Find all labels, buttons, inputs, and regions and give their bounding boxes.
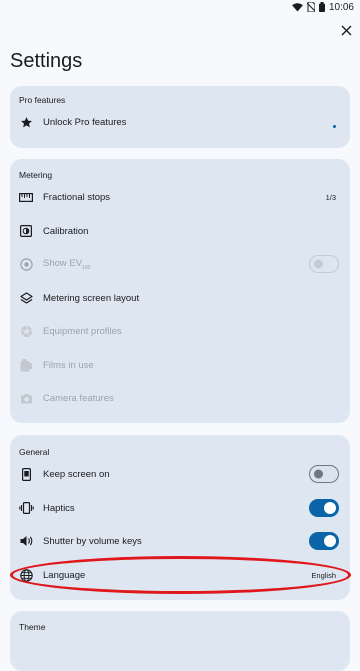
status-bar: 10:06 [0,0,360,14]
calibration-label: Calibration [43,225,89,237]
keep-screen-on-row[interactable]: Keep screen on [10,459,350,489]
language-value: English [311,570,336,580]
equipment-profiles-row[interactable]: Equipment profiles [10,316,350,346]
shutter-volume-keys-label: Shutter by volume keys [43,535,142,547]
section-header-theme: Theme [19,622,46,632]
vibration-icon [18,500,34,516]
section-header-general: General [19,447,50,457]
film-icon [18,357,34,373]
show-ev-label: Show EV100 [43,257,91,271]
films-in-use-row[interactable]: Films in use [10,350,350,380]
fractional-stops-row[interactable]: Fractional stops 1/3 [10,182,350,212]
pro-features-card: Pro features Unlock Pro features [10,86,350,148]
unlock-pro-label: Unlock Pro features [43,116,127,128]
films-in-use-label: Films in use [43,359,94,371]
equipment-profiles-label: Equipment profiles [43,325,122,337]
page-title: Settings [10,50,83,72]
status-time: 10:06 [328,1,354,13]
section-header-pro: Pro features [19,95,66,105]
haptics-label: Haptics [43,502,75,514]
volume-icon [18,533,34,549]
fractional-stops-value: 1/3 [325,192,336,202]
shutter-volume-keys-toggle[interactable] [309,532,339,550]
haptics-toggle[interactable] [309,499,339,517]
new-indicator-dot [333,125,336,128]
layers-icon [18,290,34,306]
language-label: Language [43,569,86,581]
language-row[interactable]: Language English [10,560,350,590]
calibration-row[interactable]: Calibration [10,216,350,246]
radio-icon [18,256,34,272]
shutter-volume-keys-row[interactable]: Shutter by volume keys [10,526,350,556]
metering-screen-layout-row[interactable]: Metering screen layout [10,283,350,313]
section-header-metering: Metering [19,170,53,180]
close-icon [341,23,352,41]
ruler-icon [18,189,34,205]
camera-features-row[interactable]: Camera features [10,383,350,413]
no-sim-icon [306,2,315,12]
phone-screen-icon [18,466,34,482]
star-icon [18,114,34,130]
theme-card: Theme [10,611,350,671]
aperture-icon [18,323,34,339]
show-ev-row[interactable]: Show EV100 [10,249,350,279]
keep-screen-on-label: Keep screen on [43,468,110,480]
unlock-pro-row[interactable]: Unlock Pro features [10,107,350,137]
camera-features-label: Camera features [43,392,114,404]
camera-icon [18,390,34,406]
metering-card: Metering Fractional stops 1/3 Calibratio… [10,159,350,423]
keep-screen-on-toggle[interactable] [309,465,339,483]
show-ev-toggle[interactable] [309,255,339,273]
globe-icon [18,567,34,583]
fractional-stops-label: Fractional stops [43,191,111,203]
battery-icon [318,2,325,12]
metering-screen-layout-label: Metering screen layout [43,292,140,304]
calibration-icon [18,223,34,239]
haptics-row[interactable]: Haptics [10,493,350,523]
general-card: General Keep screen on Haptics Shutter b… [10,435,350,600]
wifi-icon [292,2,303,12]
close-button[interactable] [334,20,358,44]
